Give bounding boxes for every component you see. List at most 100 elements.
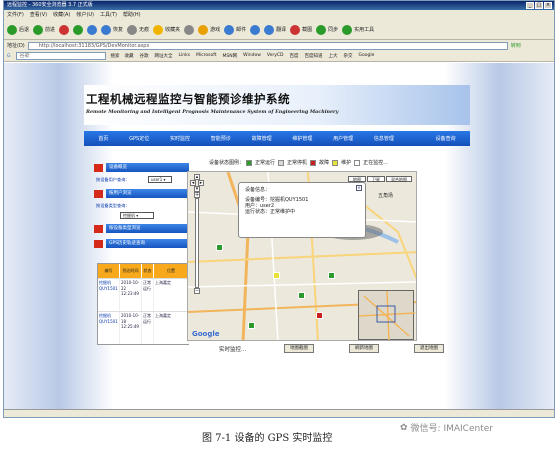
nav-item[interactable]: 信息管理 [374,135,394,142]
refresh-icon [73,24,84,35]
link-item[interactable]: 收藏 [125,53,134,59]
toolbar-button[interactable]: 游戏 [198,24,221,35]
sidebar-section-by-type[interactable]: 按设备类型浏览 [94,224,189,233]
search-button[interactable]: 搜索 [111,53,120,59]
sidebar-section-label: GPS历史轨迹查询 [106,239,189,248]
nav-item[interactable]: 设备查询 [435,135,455,142]
map-type-hybrid[interactable]: 混合地图 [386,176,412,182]
close-icon[interactable]: × [356,185,362,191]
link-item[interactable]: 百度知道 [305,53,323,59]
toolbar-button[interactable]: 收藏夹 [153,24,180,35]
device-marker[interactable] [328,272,335,279]
toolbar-button[interactable]: 实用工具 [342,24,374,35]
toolbar-label: 前进 [45,27,56,33]
toolbar-button[interactable]: 恢复 [101,24,123,35]
zoom-slider[interactable] [195,198,199,288]
toolbar-button[interactable] [184,24,195,35]
toolbar-button[interactable]: 邮件 [224,24,247,35]
table-row[interactable]: 挖掘机 QUY1501 2010-10-22 12:23:49 正常运行 上海嘉… [98,278,189,311]
type-select[interactable]: 挖掘机 ▾ [120,212,154,219]
menu-item[interactable]: 帮助(H) [123,10,141,20]
menu-item[interactable]: 帐户(U) [76,10,94,20]
menu-item[interactable]: 收藏(A) [53,10,70,20]
overview-map[interactable] [358,290,416,340]
toolbar-button[interactable]: 前进 [33,24,56,35]
link-item[interactable]: Links [179,53,191,59]
toolbar-button[interactable] [87,24,98,35]
sidebar-section-overview[interactable]: 设备概览 [94,163,189,172]
toolbar-button[interactable] [73,24,84,35]
sidebar-section-by-user[interactable]: 按用户浏览 [94,189,189,198]
nav-item[interactable]: 首页 [98,135,108,142]
nav-item[interactable]: 智能预诊 [211,135,231,142]
refresh-map-button[interactable]: 刷新地图 [349,344,379,353]
cell-device[interactable]: 挖掘机 QUY1501 [98,279,120,311]
link-item[interactable]: Google [359,53,375,59]
cell-device[interactable]: 挖掘机 QUY1501 [98,312,120,344]
close-button[interactable]: × [544,2,552,9]
device-marker[interactable] [298,292,305,299]
toolbar-button[interactable]: 截图 [290,24,312,35]
popup-line: 运行状态：正常维护中 [245,209,296,215]
toolbar-button[interactable]: 无痕 [127,24,149,35]
toolbar-button[interactable]: 后退 [7,24,30,35]
address-input[interactable]: http://localhost:31183/GPS/DevMonitor.as… [27,41,508,50]
device-marker[interactable] [248,322,255,329]
link-item[interactable]: 杂交 [344,53,353,59]
maximize-button[interactable]: □ [535,2,543,9]
map-type-satellite[interactable]: 卫星 [367,176,385,182]
links-bar: G 谷歌 搜索 收藏 谷歌 网址大全 Links Microsoft MSN网 Window… [4,51,554,62]
legend-text: 正常运行 [255,160,276,166]
search-input[interactable]: 谷歌 [15,52,106,60]
link-item[interactable]: 网址大全 [155,53,173,59]
device-marker[interactable] [216,244,223,251]
menu-item[interactable]: 文件(F) [7,10,24,20]
map-screenshot-button[interactable]: 地图截图 [284,344,314,353]
device-marker[interactable] [273,272,280,279]
menu-item[interactable]: 工具(T) [100,10,117,20]
minimize-button[interactable]: _ [526,2,534,9]
sidebar-section-gps-history[interactable]: GPS历史轨迹查询 [94,239,189,248]
window-controls: _ □ × [526,2,552,9]
page-content: 工程机械远程监控与智能预诊维护系统 Remote Monitoring and … [4,63,554,409]
menu-item[interactable]: 查看(V) [30,10,47,20]
toolbar-label: 游戏 [210,27,221,33]
place-label: 五角场 [378,193,394,199]
link-item[interactable]: Microsoft [196,53,216,59]
link-item[interactable]: Window [243,53,261,59]
cell-state: 正常运行 [142,279,154,311]
toolbar-label: 后退 [19,27,30,33]
zoom-out-button[interactable]: − [194,288,200,294]
toolbar-label: 邮件 [236,27,247,33]
nav-item[interactable]: 故障管理 [252,135,272,142]
toolbar-button[interactable]: 翻译 [264,24,286,35]
toolbar-button[interactable] [250,24,261,35]
device-marker[interactable] [316,312,323,319]
go-button[interactable]: 转到 [511,42,521,49]
nav-item[interactable]: 用户管理 [333,135,353,142]
toolbar-button[interactable]: 同步 [316,24,338,35]
exit-map-button[interactable]: 退出地图 [414,344,444,353]
user-select[interactable]: user1 ▾ [148,176,172,183]
link-item[interactable]: 上大 [329,53,338,59]
translate-icon [264,24,275,35]
legend-text: 故障 [319,160,330,166]
link-item[interactable]: 谷歌 [140,53,149,59]
bullet-icon [94,163,103,172]
home-icon [87,24,98,35]
table-row[interactable]: 挖掘机 QUY1501 2010-10-18 12:25:49 正常运行 上海嘉… [98,311,189,344]
link-item[interactable]: MSN网 [223,53,238,59]
link-item[interactable]: VeryCD [267,53,284,59]
legend-text: 维护 [341,160,352,166]
search-engine-icon[interactable]: G [7,54,11,59]
toolbar-button[interactable] [59,24,70,35]
nav-item[interactable]: GPS定位 [129,135,149,142]
cell-state: 正常运行 [142,312,154,344]
device-table: 编号 到达时间 状态 位置 挖掘机 QUY1501 2010-10-22 12:… [97,263,189,345]
figure-caption: 图 7-1 设备的 GPS 实时监控 [202,433,333,444]
title-bar: 远程监控 - 360安全浏览器 3.7 正式版 _ □ × [4,1,554,10]
map-view[interactable]: ▴ ◂ ▸ ▾ + − 地图 卫星 混合地图 五角场 × 设备信息： 设备编号：… [187,171,417,341]
link-item[interactable]: 百度 [290,53,299,59]
nav-item[interactable]: 实时监控 [170,135,190,142]
nav-item[interactable]: 维护管理 [292,135,312,142]
